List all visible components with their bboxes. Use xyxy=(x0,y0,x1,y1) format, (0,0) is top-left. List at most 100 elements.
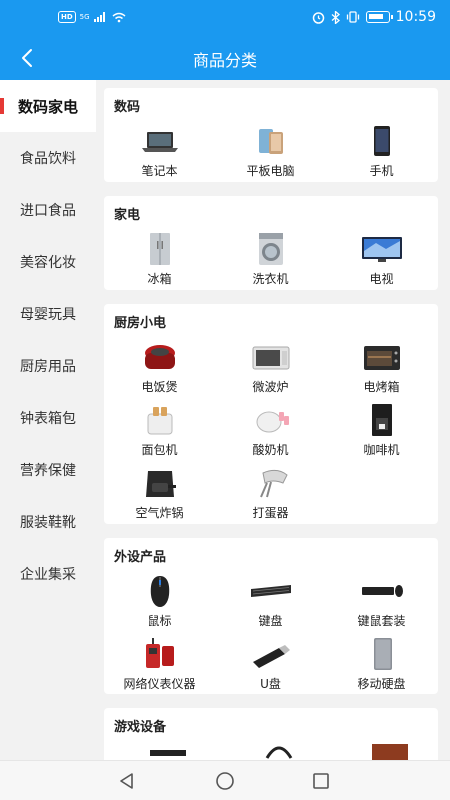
category-item-fridge[interactable]: 冰箱 xyxy=(104,231,215,287)
tablet-icon xyxy=(258,129,283,154)
item-label: 笔记本 xyxy=(141,164,178,178)
category-item-oven[interactable]: 电烤箱 xyxy=(326,339,437,395)
sidebar-item-imported-food[interactable]: 进口食品 xyxy=(0,184,96,236)
item-label: 电视 xyxy=(369,272,394,286)
console-icon xyxy=(150,750,186,756)
tv-icon xyxy=(361,237,402,262)
category-item-microwave[interactable]: 微波炉 xyxy=(215,339,326,395)
sidebar-item-beauty[interactable]: 美容化妆 xyxy=(0,236,96,288)
item-label: 移动硬盘 xyxy=(357,677,406,691)
category-item-yogurt-maker[interactable]: 酸奶机 xyxy=(215,402,326,458)
section-peripherals: 外设产品 鼠标 键盘 键鼠套装 网络仪表仪器 U盘 移动硬盘 xyxy=(104,538,438,694)
keyboard-mouse-set-icon xyxy=(361,585,403,597)
category-item-laptop[interactable]: 笔记本 xyxy=(104,123,215,179)
yogurt-maker-icon xyxy=(256,411,289,433)
sidebar-item-watches-bags[interactable]: 钟表箱包 xyxy=(0,392,96,444)
mixer-icon xyxy=(259,469,288,498)
fridge-icon xyxy=(149,233,170,265)
item-label: 手机 xyxy=(369,164,394,178)
item-label: 微波炉 xyxy=(252,380,289,394)
category-content: 数码 笔记本 平板电脑 手机 家电 冰箱 洗衣机 电视 厨房小电 电饭煲 微波炉… xyxy=(96,80,450,760)
category-item-washer[interactable]: 洗衣机 xyxy=(215,231,326,287)
sidebar-item-label: 食品饮料 xyxy=(20,151,76,167)
category-item-hard-drive[interactable]: 移动硬盘 xyxy=(326,636,437,692)
laptop-icon xyxy=(141,132,178,152)
category-item-usb-drive[interactable]: U盘 xyxy=(215,636,326,692)
section-title: 游戏设备 xyxy=(114,720,167,735)
page-title: 商品分类 xyxy=(192,51,257,70)
sidebar-item-label: 美容化妆 xyxy=(20,255,76,271)
item-label: 网络仪表仪器 xyxy=(123,677,196,691)
mouse-icon xyxy=(150,576,169,607)
category-item-network-tester[interactable]: 网络仪表仪器 xyxy=(104,636,215,692)
nav-bar: 商品分类 xyxy=(0,36,450,80)
category-item-tablet[interactable]: 平板电脑 xyxy=(215,123,326,179)
category-item-coffee-machine[interactable]: 咖啡机 xyxy=(326,402,437,458)
sidebar-item-enterprise[interactable]: 企业集采 xyxy=(0,548,96,600)
section-digital: 数码 笔记本 平板电脑 手机 xyxy=(104,88,438,182)
toaster-icon xyxy=(147,407,172,435)
category-item-tv[interactable]: 电视 xyxy=(326,231,437,287)
sidebar-item-baby-toys[interactable]: 母婴玩具 xyxy=(0,288,96,340)
back-triangle-icon[interactable] xyxy=(117,771,137,791)
network-indicators: HD 5G xyxy=(58,11,126,23)
item-label: U盘 xyxy=(260,677,281,691)
wifi-icon xyxy=(112,12,126,22)
clock: 10:59 xyxy=(395,9,436,25)
keyboard-icon xyxy=(250,585,291,597)
sidebar-item-food-drinks[interactable]: 食品饮料 xyxy=(0,132,96,184)
network-tester-icon xyxy=(145,638,174,668)
status-bar: HD 5G 10:59 xyxy=(0,0,450,36)
item-label: 电饭煲 xyxy=(141,380,178,394)
category-item-toaster[interactable]: 面包机 xyxy=(104,402,215,458)
category-item-air-fryer[interactable]: 空气炸锅 xyxy=(104,465,215,521)
sidebar-item-label: 服装鞋靴 xyxy=(20,515,76,531)
sidebar-item-health[interactable]: 营养保健 xyxy=(0,444,96,496)
section-title: 厨房小电 xyxy=(114,316,167,331)
air-fryer-icon xyxy=(145,471,176,497)
home-circle-icon[interactable] xyxy=(215,771,235,791)
category-item-phone[interactable]: 手机 xyxy=(326,123,437,179)
item-label: 空气炸锅 xyxy=(135,506,184,520)
category-item-keyboard[interactable]: 键盘 xyxy=(215,573,326,629)
section-appliances: 家电 冰箱 洗衣机 电视 xyxy=(104,196,438,290)
sidebar-item-label: 母婴玩具 xyxy=(20,307,76,323)
item-label: 洗衣机 xyxy=(252,272,289,286)
sidebar-item-label: 厨房用品 xyxy=(20,359,76,375)
category-item-rice-cooker[interactable]: 电饭煲 xyxy=(104,339,215,395)
category-item-keyboard-mouse-set[interactable]: 键鼠套装 xyxy=(326,573,437,629)
sidebar-item-label: 进口食品 xyxy=(20,203,76,219)
washer-icon xyxy=(258,233,283,265)
sidebar-item-kitchenware[interactable]: 厨房用品 xyxy=(0,340,96,392)
rice-cooker-icon xyxy=(144,345,175,369)
section-title: 数码 xyxy=(114,100,141,115)
hd-badge: HD xyxy=(58,11,76,23)
recent-apps-square-icon[interactable] xyxy=(311,771,331,791)
sidebar-item-label: 钟表箱包 xyxy=(20,411,76,427)
item-label: 咖啡机 xyxy=(363,443,400,457)
game-poster-icon xyxy=(372,744,408,760)
section-gaming: 游戏设备 xyxy=(104,708,438,760)
sidebar-item-digital-appliances[interactable]: 数码家电 xyxy=(0,80,96,132)
category-item-mixer[interactable]: 打蛋器 xyxy=(215,465,326,521)
sidebar-item-label: 企业集采 xyxy=(20,567,76,583)
sidebar-item-apparel[interactable]: 服装鞋靴 xyxy=(0,496,96,548)
signal-icon xyxy=(93,12,105,22)
item-label: 电烤箱 xyxy=(363,380,400,394)
item-label: 键盘 xyxy=(258,614,283,628)
section-title: 家电 xyxy=(114,208,141,223)
vibrate-icon xyxy=(346,11,359,23)
sidebar-item-label: 数码家电 xyxy=(17,97,78,116)
phone-icon xyxy=(373,126,390,156)
item-label: 平板电脑 xyxy=(246,164,295,178)
item-label: 面包机 xyxy=(141,443,178,457)
category-item-mouse[interactable]: 鼠标 xyxy=(104,573,215,629)
item-label: 酸奶机 xyxy=(252,443,289,457)
battery-icon xyxy=(365,11,393,23)
hard-drive-icon xyxy=(373,638,392,670)
item-label: 键鼠套装 xyxy=(357,614,406,628)
system-nav-bar xyxy=(0,760,450,800)
sidebar-item-label: 营养保健 xyxy=(20,463,76,479)
section-title: 外设产品 xyxy=(114,550,167,565)
network-type: 5G xyxy=(79,13,90,21)
